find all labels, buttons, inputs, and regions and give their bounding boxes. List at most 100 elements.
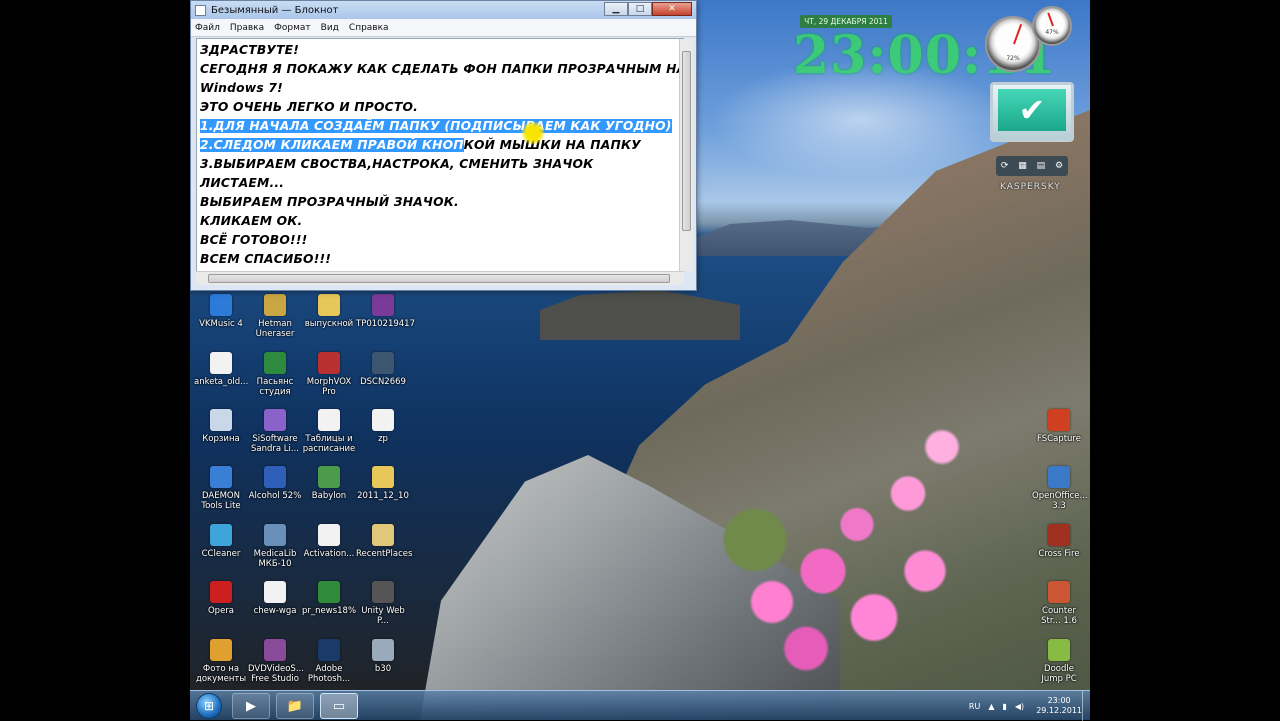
app-icon [210, 581, 232, 603]
explorer-taskbar-button[interactable]: 📁 [276, 693, 314, 719]
tray-clock[interactable]: 23:00 29.12.2011 [1036, 696, 1082, 716]
media-player-taskbar-button[interactable]: ▶ [232, 693, 270, 719]
menu-bar: Файл Правка Формат Вид Справка [191, 19, 696, 37]
memory-meter-gadget[interactable]: 47% [1032, 6, 1072, 46]
app-icon [264, 639, 286, 661]
calendar-icon[interactable]: ▦ [1018, 161, 1027, 171]
text-line: КЛИКАЕМ ОК. [200, 214, 303, 228]
horizontal-scroll-thumb[interactable] [208, 274, 670, 283]
desktop-icon[interactable]: VKMusic 4 [194, 294, 248, 329]
desktop-icon[interactable]: Корзина [194, 409, 248, 444]
menu-help[interactable]: Справка [349, 23, 389, 33]
desktop-icon[interactable]: 2011_12_10 [356, 466, 410, 501]
desktop-icon[interactable]: DVDVideoS... Free Studio [248, 639, 304, 684]
app-icon [210, 294, 232, 316]
show-desktop-button[interactable] [1082, 691, 1090, 721]
desktop-icon[interactable]: Opera [194, 581, 248, 616]
app-icon [318, 352, 340, 374]
desktop-icon-label: chew-wga [253, 606, 297, 616]
desktop-icon[interactable]: DSCN2669 [356, 352, 410, 387]
desktop-icon[interactable]: Alcohol 52% [248, 466, 302, 501]
maximize-button[interactable]: □ [628, 2, 652, 16]
text-line: ЗДРАСТВУТЕ! [200, 43, 300, 57]
desktop-icon[interactable]: Пасьянс студия [248, 352, 302, 397]
desktop-icon[interactable]: b30 [356, 639, 410, 674]
desktop-icon[interactable]: выпускной [302, 294, 356, 329]
desktop-icon-label: VKMusic 4 [199, 319, 243, 329]
desktop-icon-label: DVDVideoS... Free Studio [248, 664, 304, 684]
app-icon [210, 409, 232, 431]
app-icon [1048, 639, 1070, 661]
desktop-icon-label: anketa_old... [194, 377, 249, 387]
menu-format[interactable]: Формат [274, 23, 311, 33]
desktop-icon[interactable]: Таблицы и расписание [302, 409, 356, 454]
desktop-icon[interactable]: RecentPlaces [356, 524, 413, 559]
app-icon [318, 294, 340, 316]
app-icon [264, 466, 286, 488]
desktop-icon[interactable]: DAEMON Tools Lite [194, 466, 248, 511]
volume-icon[interactable]: ◀) [1015, 702, 1024, 711]
desktop-icon[interactable]: Babylon [302, 466, 356, 501]
desktop-icon[interactable]: MedicaLib МКБ-10 [248, 524, 302, 569]
vertical-scrollbar[interactable] [679, 39, 693, 271]
menu-view[interactable]: Вид [321, 23, 339, 33]
app-icon [372, 409, 394, 431]
desktop-icon[interactable]: Doodle Jump PC [1032, 639, 1086, 684]
window-title: Безымянный — Блокнот [211, 4, 339, 16]
network-icon[interactable]: ▮ [1003, 702, 1007, 711]
text-editor-area[interactable]: ЗДРАСТВУТЕ! СЕГОДНЯ Я ПОКАЖУ КАК СДЕЛАТЬ… [196, 38, 684, 272]
desktop-icon[interactable]: TP010219417 [356, 294, 415, 329]
document-text[interactable]: ЗДРАСТВУТЕ! СЕГОДНЯ Я ПОКАЖУ КАК СДЕЛАТЬ… [197, 39, 683, 271]
vertical-scroll-thumb[interactable] [682, 51, 691, 231]
desktop-icon[interactable]: pr_news18% [302, 581, 356, 616]
show-hidden-icons-icon[interactable]: ▲ [988, 702, 994, 711]
tray-date: 29.12.2011 [1036, 706, 1082, 715]
desktop-icon-label: Opera [207, 606, 235, 616]
minimize-button[interactable]: ▁ [604, 2, 628, 16]
app-icon [372, 524, 394, 546]
desktop-icon[interactable]: OpenOffice... 3.3 [1032, 466, 1088, 511]
app-icon [264, 294, 286, 316]
desktop-icon-label: RecentPlaces [356, 549, 413, 559]
notepad-icon [195, 4, 206, 16]
desktop-icon[interactable]: SiSoftware Sandra Li... [248, 409, 302, 454]
desktop-icon[interactable]: Cross Fire [1032, 524, 1086, 559]
desktop-icon-label: pr_news18% [302, 606, 357, 616]
start-button[interactable]: ⊞ [196, 693, 222, 719]
app-icon [1048, 524, 1070, 546]
text-line: ВЫБИРАЕМ ПРОЗРАЧНЫЙ ЗНАЧОК. [200, 195, 459, 209]
desktop-icon-label: DSCN2669 [360, 377, 406, 387]
desktop-icon[interactable]: Unity Web P... [356, 581, 410, 626]
horizontal-scrollbar[interactable] [196, 271, 684, 285]
checkmark-icon: ✔ [1018, 91, 1046, 129]
desktop-icon-label: Пасьянс студия [256, 377, 294, 397]
desktop-icon[interactable]: Counter Str... 1.6 [1032, 581, 1086, 626]
desktop-icon-label: Babylon [311, 491, 347, 501]
update-icon[interactable]: ⟳ [1001, 161, 1009, 171]
gear-icon[interactable]: ⚙ [1055, 161, 1063, 171]
notepad-window[interactable]: Безымянный — Блокнот ▁ □ ✕ Файл Правка Ф… [190, 0, 697, 291]
desktop-icon[interactable]: MorphVOX Pro [302, 352, 356, 397]
close-button[interactable]: ✕ [652, 2, 692, 16]
kaspersky-gadget[interactable]: ✔ [990, 82, 1074, 142]
desktop-icon-label: MorphVOX Pro [306, 377, 352, 397]
notepad-taskbar-button[interactable]: ▭ [320, 693, 358, 719]
desktop-icon[interactable]: Activation... [302, 524, 356, 559]
menu-file[interactable]: Файл [195, 23, 220, 33]
desktop-icon[interactable]: anketa_old... [194, 352, 248, 387]
desktop-icon[interactable]: zp [356, 409, 410, 444]
desktop-icon[interactable]: Фото на документы [194, 639, 248, 684]
report-icon[interactable]: ▤ [1037, 161, 1046, 171]
desktop-icon[interactable]: FSCapture [1032, 409, 1086, 444]
text-line: ВСЕМ СПАСИБО!!! [200, 252, 332, 266]
app-icon [210, 352, 232, 374]
desktop-icon[interactable]: CCleaner [194, 524, 248, 559]
menu-edit[interactable]: Правка [230, 23, 264, 33]
desktop-icon[interactable]: Hetman Uneraser [248, 294, 302, 339]
text-line: Windows 7! [200, 81, 283, 95]
desktop-icon[interactable]: chew-wga [248, 581, 302, 616]
language-indicator[interactable]: RU [969, 702, 980, 711]
app-icon [210, 524, 232, 546]
desktop-icon[interactable]: Adobe Photosh... [302, 639, 356, 684]
app-icon [372, 352, 394, 374]
